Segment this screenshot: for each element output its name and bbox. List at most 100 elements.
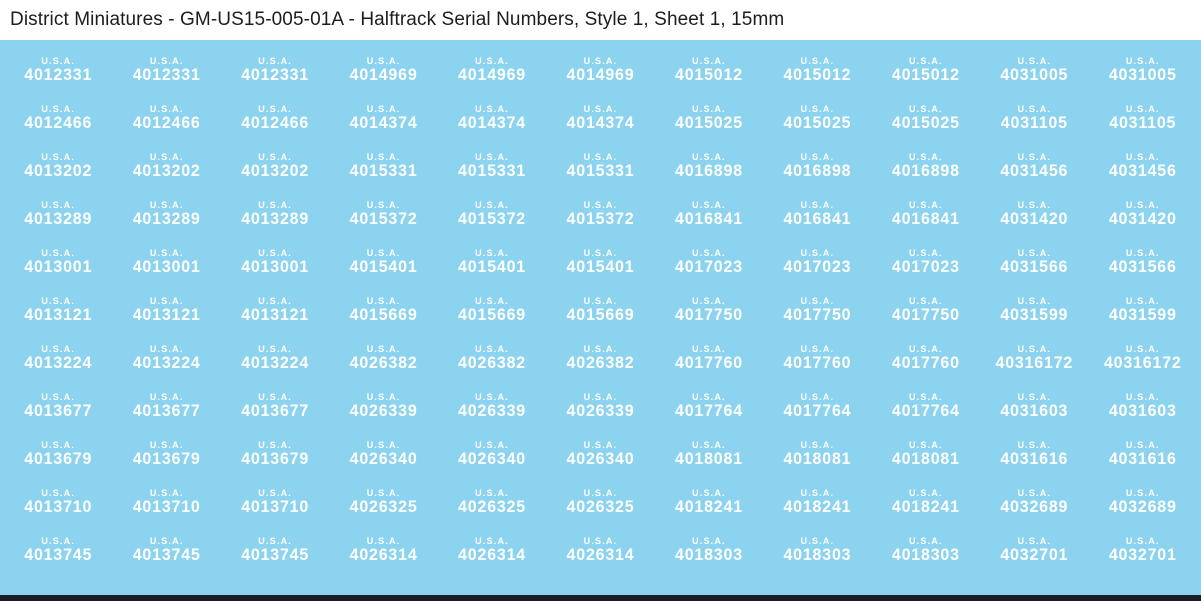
decal-usa-label: U.S.A. xyxy=(1125,343,1160,354)
decal-serial-number: 4026339 xyxy=(458,402,526,420)
decal-entry: U.S.A. 4013001 xyxy=(221,247,329,276)
decal-usa-label: U.S.A. xyxy=(366,487,401,498)
decal-entry: U.S.A. 4026339 xyxy=(329,392,437,420)
decal-serial-number: 4031420 xyxy=(1108,210,1177,228)
decal-serial-number: 4012331 xyxy=(241,66,310,84)
decal-entry: U.S.A. 4013745 xyxy=(221,536,329,564)
decal-usa-label: U.S.A. xyxy=(583,55,618,66)
decal-serial-number: 4031456 xyxy=(1108,162,1177,180)
decal-usa-label: U.S.A. xyxy=(366,151,401,162)
decal-usa-label: U.S.A. xyxy=(800,391,835,402)
decal-usa-label: U.S.A. xyxy=(258,247,292,258)
decal-usa-label: U.S.A. xyxy=(800,535,835,546)
decal-serial-number: 4013679 xyxy=(132,450,201,468)
decal-entry: U.S.A. 4017023 xyxy=(763,247,871,276)
decal-usa-label: U.S.A. xyxy=(800,55,835,66)
decal-entry: U.S.A. 4032689 xyxy=(980,487,1088,516)
decal-entry: U.S.A. 40316172 xyxy=(980,343,1088,372)
decal-usa-label: U.S.A. xyxy=(1017,343,1052,354)
decal-usa-label: U.S.A. xyxy=(583,103,618,114)
decal-serial-number: 4015012 xyxy=(675,66,743,84)
decal-usa-label: U.S.A. xyxy=(800,439,835,450)
decal-entry: U.S.A. 4013289 xyxy=(221,199,329,228)
decal-serial-number: 4026339 xyxy=(349,402,418,420)
decal-entry: U.S.A. 4015372 xyxy=(438,199,546,228)
decal-serial-number: 4031599 xyxy=(1000,306,1069,324)
decal-entry: U.S.A. 4012466 xyxy=(221,104,329,132)
decal-entry: U.S.A. 4016898 xyxy=(872,151,980,180)
decal-entry: U.S.A. 4032701 xyxy=(980,535,1088,564)
decal-entry: U.S.A. 4017760 xyxy=(872,344,980,372)
decal-entry: U.S.A. 4031420 xyxy=(980,200,1088,228)
decal-serial-number: 4026382 xyxy=(566,354,635,372)
decal-usa-label: U.S.A. xyxy=(41,295,76,306)
decal-usa-label: U.S.A. xyxy=(41,103,76,114)
decal-serial-number: 4017750 xyxy=(783,306,852,324)
decal-serial-number: 4017760 xyxy=(675,354,743,372)
decal-usa-label: U.S.A. xyxy=(366,199,401,210)
decal-usa-label: U.S.A. xyxy=(258,391,292,402)
decal-serial-number: 4017023 xyxy=(675,258,743,276)
decal-sheet: U.S.A. 4012331 U.S.A. 4012331 U.S.A. 4012331 U… xyxy=(0,40,1201,595)
decal-serial-number: 4032701 xyxy=(1000,546,1069,564)
decal-serial-number: 4013677 xyxy=(132,402,201,420)
decal-entry: U.S.A. 4012331 xyxy=(4,56,112,84)
decal-usa-label: U.S.A. xyxy=(149,487,184,498)
decal-row: U.S.A. 4013001 U.S.A. 4013001 U.S.A. 4013001 U… xyxy=(4,238,1197,286)
decal-serial-number: 4015025 xyxy=(675,114,743,132)
decal-entry: U.S.A. 4026382 xyxy=(546,344,654,372)
decal-usa-label: U.S.A. xyxy=(908,151,943,162)
decal-entry: U.S.A. 4018241 xyxy=(872,488,980,516)
decal-serial-number: 4013001 xyxy=(132,258,201,276)
decal-usa-label: U.S.A. xyxy=(258,199,292,210)
decal-serial-number: 4013679 xyxy=(24,450,93,468)
decal-usa-label: U.S.A. xyxy=(475,247,509,258)
decal-serial-number: 4013202 xyxy=(132,162,201,180)
decal-usa-label: U.S.A. xyxy=(41,343,76,354)
decal-entry: U.S.A. 4015331 xyxy=(329,151,437,180)
decal-usa-label: U.S.A. xyxy=(149,391,184,402)
decal-usa-label: U.S.A. xyxy=(908,535,943,546)
decal-entry: U.S.A. 4018303 xyxy=(655,536,763,564)
decal-usa-label: U.S.A. xyxy=(1125,199,1160,210)
decal-entry: U.S.A. 4012331 xyxy=(112,56,220,84)
decal-serial-number: 4015401 xyxy=(566,258,635,276)
decal-entry: U.S.A. 4018241 xyxy=(655,488,763,516)
decal-usa-label: U.S.A. xyxy=(800,103,835,114)
decal-entry: U.S.A. 4013677 xyxy=(112,391,220,420)
decal-entry: U.S.A. 4031420 xyxy=(1089,199,1197,228)
decal-usa-label: U.S.A. xyxy=(800,247,835,258)
decal-usa-label: U.S.A. xyxy=(1017,439,1052,450)
decal-usa-label: U.S.A. xyxy=(366,247,401,258)
decal-entry: U.S.A. 4015669 xyxy=(438,296,546,324)
decal-usa-label: U.S.A. xyxy=(692,247,726,258)
decal-entry: U.S.A. 4013224 xyxy=(4,343,112,372)
decal-row: U.S.A. 4013224 U.S.A. 4013224 U.S.A. 4013224 U… xyxy=(4,334,1197,382)
decal-usa-label: U.S.A. xyxy=(475,199,509,210)
decal-usa-label: U.S.A. xyxy=(1017,535,1052,546)
decal-entry: U.S.A. 4014374 xyxy=(546,103,654,132)
decal-usa-label: U.S.A. xyxy=(366,295,401,306)
decal-usa-label: U.S.A. xyxy=(366,103,401,114)
decal-serial-number: 40316172 xyxy=(1103,354,1182,372)
decal-entry: U.S.A. 4013202 xyxy=(4,152,112,180)
decal-serial-number: 4015331 xyxy=(349,162,418,180)
decal-serial-number: 4031603 xyxy=(1108,402,1177,420)
decal-entry: U.S.A. 4026339 xyxy=(546,392,654,420)
decal-usa-label: U.S.A. xyxy=(583,439,618,450)
decal-serial-number: 4018081 xyxy=(783,450,852,468)
decal-entry: U.S.A. 4015372 xyxy=(546,200,654,228)
decal-serial-number: 4013710 xyxy=(132,498,201,516)
decal-usa-label: U.S.A. xyxy=(1125,535,1160,546)
decal-usa-label: U.S.A. xyxy=(692,199,726,210)
decal-serial-number: 4014374 xyxy=(349,114,418,132)
decal-serial-number: 4015669 xyxy=(349,306,418,324)
decal-entry: U.S.A. 4026340 xyxy=(546,439,654,468)
decal-serial-number: 4026325 xyxy=(458,498,526,516)
decal-serial-number: 4026314 xyxy=(566,546,635,564)
decal-usa-label: U.S.A. xyxy=(475,151,509,162)
decal-serial-number: 4014969 xyxy=(349,66,418,84)
decal-usa-label: U.S.A. xyxy=(692,439,726,450)
decal-serial-number: 4026325 xyxy=(349,498,418,516)
decal-usa-label: U.S.A. xyxy=(1017,487,1052,498)
